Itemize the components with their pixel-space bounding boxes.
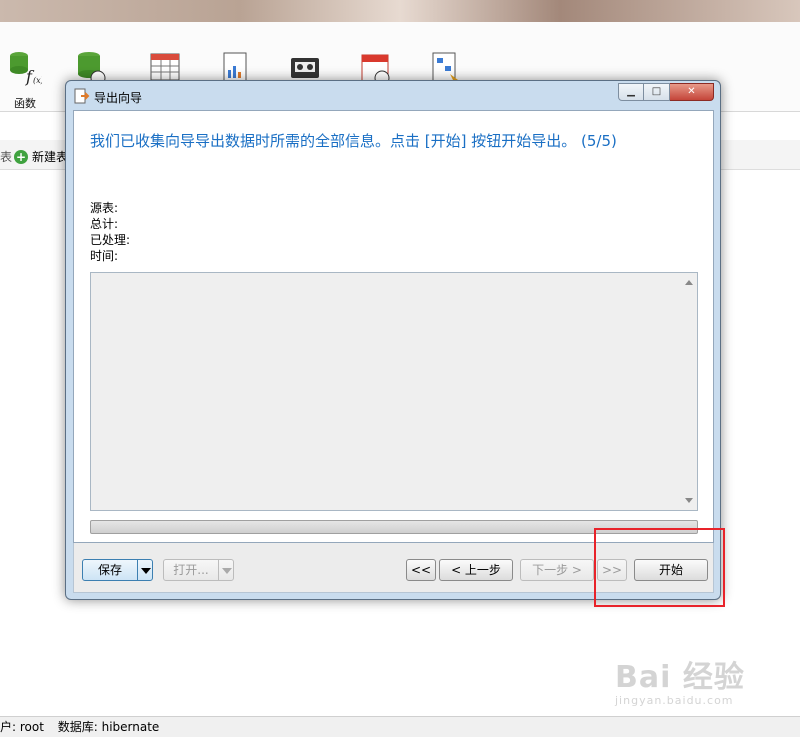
save-button[interactable]: 保存 [82,559,138,581]
export-log[interactable] [90,272,698,511]
chevron-down-icon [222,568,232,574]
object-bar-fragment: 表 [0,150,13,164]
watermark-logo: Bai 经验 [615,660,745,695]
info-source-table: 源表: [90,201,119,215]
info-total: 总计: [90,217,119,231]
toolbar-function[interactable]: f (x) 函数 [0,50,50,111]
info-processed: 已处理: [90,233,131,247]
app-title-strip [0,0,800,22]
export-icon [74,88,90,104]
chevron-down-icon [141,568,151,574]
status-bar: 户: root 数据库: hibernate [0,716,800,737]
watermark-url: jingyan.baidu.com [615,694,734,707]
status-user: 户: root [0,720,44,734]
svg-text:(x): (x) [33,76,42,85]
info-time: 时间: [90,249,119,263]
open-dropdown-button[interactable] [218,559,234,581]
save-dropdown-button[interactable] [137,559,153,581]
open-button[interactable]: 打开... [163,559,219,581]
add-icon: + [14,149,28,164]
dialog-title: 导出向导 [94,91,143,105]
scroll-up-icon[interactable] [685,280,693,285]
dialog-content: 我们已收集向导导出数据时所需的全部信息。点击 [开始] 按钮开始导出。 (5/5… [73,110,714,543]
export-wizard-dialog: 导出向导 ▁ □ ✕ 我们已收集向导导出数据时所需的全部信息。点击 [开始] 按… [65,80,721,600]
new-table-button[interactable]: + 新建表 [14,148,68,165]
status-database: 数据库: hibernate [57,720,160,734]
maximize-button[interactable]: □ [644,83,670,101]
export-info: 源表: 总计: 已处理: 时间: [90,200,130,264]
back-button[interactable]: < 上一步 [439,559,513,581]
log-scrollbar[interactable] [682,273,697,510]
start-button-highlight [594,528,725,607]
minimize-button[interactable]: ▁ [618,83,644,101]
wizard-headline: 我们已收集向导导出数据时所需的全部信息。点击 [开始] 按钮开始导出。 (5/5… [90,132,617,150]
next-button[interactable]: 下一步 > [520,559,594,581]
new-table-label: 新建表 [32,150,69,164]
baidu-watermark: Bai 经验 jingyan.baidu.com [615,652,745,707]
toolbar-function-label: 函数 [14,97,36,110]
scroll-down-icon[interactable] [685,498,693,503]
close-button[interactable]: ✕ [670,83,714,101]
first-step-button[interactable]: << [406,559,436,581]
function-icon: f (x) [10,52,44,86]
dialog-titlebar[interactable]: 导出向导 ▁ □ ✕ [66,81,720,111]
window-controls: ▁ □ ✕ [618,83,714,101]
